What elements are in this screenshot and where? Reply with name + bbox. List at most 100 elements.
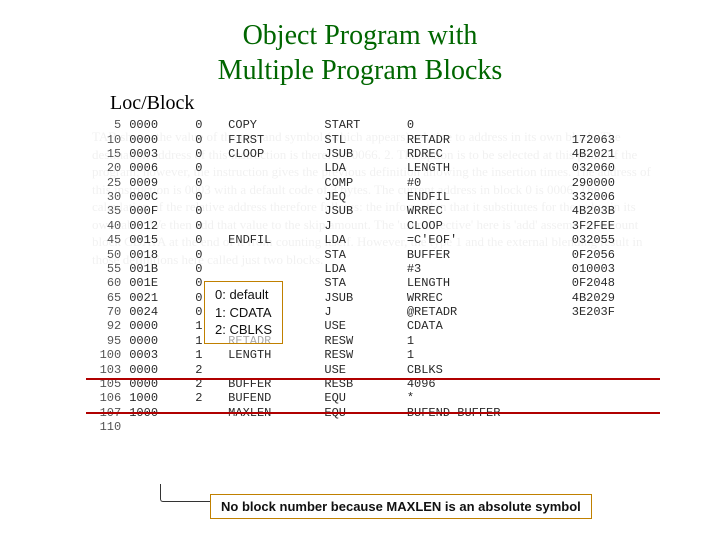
object-code: 3E203F <box>568 305 664 319</box>
object-code <box>568 319 664 333</box>
operand: RDREC <box>403 147 568 161</box>
loc: 0000 <box>125 334 191 348</box>
loc: 001E <box>125 276 191 290</box>
assembly-table: 500000COPYSTART01000000FIRSTSTLRETADR172… <box>84 118 664 434</box>
loc: 0000 <box>125 319 191 333</box>
label <box>224 420 320 434</box>
block: 0 <box>191 132 224 146</box>
table-row: 30000C0JEQENDFIL332006 <box>84 190 664 204</box>
object-code: 4B2021 <box>568 147 664 161</box>
block: 2 <box>191 391 224 405</box>
object-code: 032060 <box>568 161 664 175</box>
label <box>224 190 320 204</box>
operand: @RETADR <box>403 305 568 319</box>
operand: LENGTH <box>403 276 568 290</box>
highlight-rule-bottom <box>86 412 660 414</box>
line-number: 40 <box>84 219 125 233</box>
loc <box>125 420 191 434</box>
loc: 0015 <box>125 233 191 247</box>
operand: #0 <box>403 176 568 190</box>
opcode <box>320 420 402 434</box>
table-row: 110 <box>84 420 664 434</box>
label: ENDFIL <box>224 233 320 247</box>
block: 1 <box>191 348 224 362</box>
line-number: 30 <box>84 190 125 204</box>
table-row: 60001E0STALENGTH0F2048 <box>84 276 664 290</box>
table-row: 4000120JCLOOP3F2FEE <box>84 219 664 233</box>
operand: WRREC <box>403 204 568 218</box>
opcode: USE <box>320 362 402 376</box>
title-line2: Multiple Program Blocks <box>218 55 503 86</box>
object-code <box>568 334 664 348</box>
maxlen-note-box: No block number because MAXLEN is an abs… <box>210 494 592 519</box>
note-connector-line <box>160 484 210 502</box>
opcode: RESW <box>320 348 402 362</box>
assembly-listing: 500000COPYSTART01000000FIRSTSTLRETADR172… <box>84 118 664 434</box>
loc: 0018 <box>125 247 191 261</box>
block: 0 <box>191 161 224 175</box>
key-line-1: 1: CDATA <box>215 304 272 322</box>
opcode: JEQ <box>320 190 402 204</box>
label <box>224 247 320 261</box>
operand: LENGTH <box>403 161 568 175</box>
table-row: 35000F0JSUBWRREC4B203B <box>84 204 664 218</box>
line-number: 100 <box>84 348 125 362</box>
block: 0 <box>191 219 224 233</box>
loc: 0012 <box>125 219 191 233</box>
opcode: STL <box>320 132 402 146</box>
table-row: 10300002USECBLKS <box>84 362 664 376</box>
operand: #3 <box>403 262 568 276</box>
object-code: 172063 <box>568 132 664 146</box>
line-number: 95 <box>84 334 125 348</box>
table-row: 4500150ENDFILLDA=C'EOF'032055 <box>84 233 664 247</box>
block-key-box: 0: default 1: CDATA 2: CBLKS <box>204 281 283 344</box>
object-code <box>568 391 664 405</box>
line-number: 25 <box>84 176 125 190</box>
label: LENGTH <box>224 348 320 362</box>
label: FIRST <box>224 132 320 146</box>
object-code: 0F2056 <box>568 247 664 261</box>
label <box>224 204 320 218</box>
line-number: 106 <box>84 391 125 405</box>
operand: WRREC <box>403 291 568 305</box>
object-code: 4B2029 <box>568 291 664 305</box>
opcode: LDA <box>320 161 402 175</box>
block: 0 <box>191 204 224 218</box>
operand: 1 <box>403 348 568 362</box>
line-number: 20 <box>84 161 125 175</box>
line-number: 45 <box>84 233 125 247</box>
opcode: RESW <box>320 334 402 348</box>
block: 0 <box>191 247 224 261</box>
locblock-label: Loc/Block <box>110 92 194 115</box>
operand: * <box>403 391 568 405</box>
highlight-rule-top <box>86 378 660 380</box>
operand: 1 <box>403 334 568 348</box>
loc: 000C <box>125 190 191 204</box>
block: 0 <box>191 190 224 204</box>
operand: ENDFIL <box>403 190 568 204</box>
label: CLOOP <box>224 147 320 161</box>
opcode: STA <box>320 276 402 290</box>
block <box>191 420 224 434</box>
label: COPY <box>224 118 320 132</box>
loc: 0003 <box>125 147 191 161</box>
table-row: 10610002BUFENDEQU* <box>84 391 664 405</box>
opcode: USE <box>320 319 402 333</box>
loc: 0021 <box>125 291 191 305</box>
table-row: 9500001RETADRRESW1 <box>84 334 664 348</box>
opcode: COMP <box>320 176 402 190</box>
operand: RETADR <box>403 132 568 146</box>
block: 0 <box>191 262 224 276</box>
opcode: STA <box>320 247 402 261</box>
label <box>224 176 320 190</box>
table-row: 10000031LENGTHRESW1 <box>84 348 664 362</box>
object-code: 032055 <box>568 233 664 247</box>
slide-title: Object Program with Multiple Program Blo… <box>0 0 720 88</box>
line-number: 60 <box>84 276 125 290</box>
opcode: J <box>320 305 402 319</box>
label <box>224 219 320 233</box>
table-row: 1500030CLOOPJSUBRDREC4B2021 <box>84 147 664 161</box>
table-row: 6500210JSUBWRREC4B2029 <box>84 291 664 305</box>
object-code: 3F2FEE <box>568 219 664 233</box>
opcode: JSUB <box>320 291 402 305</box>
